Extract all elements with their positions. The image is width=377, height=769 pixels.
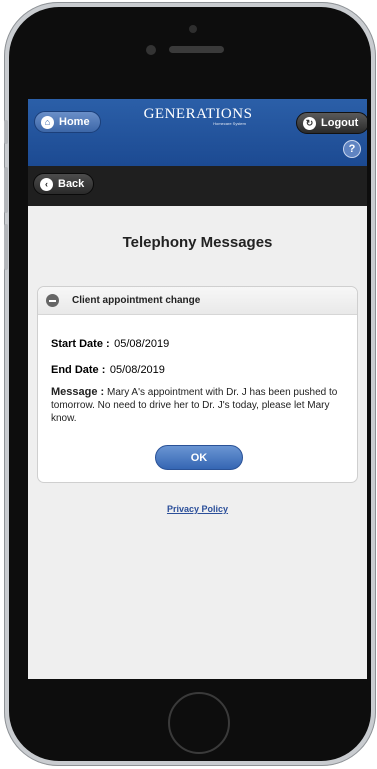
ok-button[interactable]: OK xyxy=(155,445,243,470)
phone-home-button[interactable] xyxy=(168,692,230,754)
start-date-row: Start Date : 05/08/2019 xyxy=(51,334,346,352)
logout-button[interactable]: ↻ Logout xyxy=(296,112,367,134)
app-logo: GENERATIONS Homecare System xyxy=(138,106,258,126)
message-card-header[interactable]: Client appointment change xyxy=(38,287,357,315)
back-button[interactable]: ‹ Back xyxy=(33,173,95,195)
navigation-bar: ‹ Back xyxy=(28,166,367,206)
back-button-label: Back xyxy=(58,178,85,190)
logout-button-label: Logout xyxy=(321,117,359,129)
privacy-policy-link[interactable]: Privacy Policy xyxy=(28,504,367,514)
start-date-label: Start Date : xyxy=(51,338,110,350)
page-title: Telephony Messages xyxy=(122,234,273,251)
home-icon: ⌂ xyxy=(41,115,54,129)
end-date-value: 05/08/2019 xyxy=(109,364,165,376)
sensor-dot xyxy=(189,25,197,33)
front-camera xyxy=(146,45,156,55)
home-button[interactable]: ⌂ Home xyxy=(34,111,101,133)
end-date-label: End Date : xyxy=(51,364,106,376)
message-row: Message : Mary A's appointment with Dr. … xyxy=(51,386,346,425)
mute-switch xyxy=(4,120,8,144)
home-button-label: Home xyxy=(59,116,90,128)
earpiece-speaker xyxy=(169,46,224,53)
start-date-value: 05/08/2019 xyxy=(114,338,170,350)
chevron-left-icon: ‹ xyxy=(40,177,53,191)
volume-down-button xyxy=(4,224,8,270)
message-heading: Client appointment change xyxy=(72,295,201,306)
power-icon: ↻ xyxy=(303,116,316,130)
app-screen: ⌂ Home GENERATIONS Homecare System ↻ Log… xyxy=(28,99,367,679)
help-button[interactable]: ? xyxy=(343,140,361,158)
app-header: ⌂ Home GENERATIONS Homecare System ↻ Log… xyxy=(28,99,367,166)
collapse-icon[interactable] xyxy=(46,294,59,307)
end-date-row: End Date : 05/08/2019 xyxy=(51,360,346,378)
volume-up-button xyxy=(4,167,8,213)
phone-frame: ⌂ Home GENERATIONS Homecare System ↻ Log… xyxy=(4,2,376,766)
message-card: Client appointment change Start Date : 0… xyxy=(37,286,358,483)
message-label: Message : xyxy=(51,386,105,398)
